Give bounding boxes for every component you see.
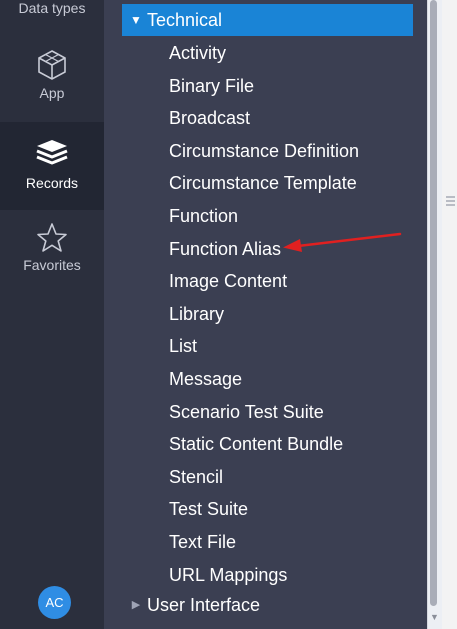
nav-favorites-label: Favorites (23, 257, 81, 273)
scrollbar-thumb[interactable] (430, 0, 437, 606)
tree-item-scenario-test-suite[interactable]: Scenario Test Suite (169, 396, 359, 429)
layers-icon (36, 140, 68, 165)
tree-item-library[interactable]: Library (169, 298, 359, 331)
left-nav-rail: Data types App Records Favorites AC (0, 0, 104, 629)
user-avatar[interactable]: AC (38, 586, 71, 619)
tree-item-static-content-bundle[interactable]: Static Content Bundle (169, 428, 359, 461)
nav-favorites[interactable]: Favorites (0, 214, 104, 286)
tree-item-circumstance-template[interactable]: Circumstance Template (169, 167, 359, 200)
tree-item-text-file[interactable]: Text File (169, 526, 359, 559)
panel-resize-handle-icon[interactable] (446, 196, 455, 206)
tree-category-technical-label: Technical (147, 10, 223, 30)
tree-item-broadcast[interactable]: Broadcast (169, 102, 359, 135)
nav-data-types[interactable]: Data types (0, 0, 104, 24)
annotation-arrow-icon (283, 232, 402, 252)
tree-category-user-interface-label: User Interface (147, 595, 261, 615)
nav-app-label: App (39, 85, 65, 101)
tree-item-stencil[interactable]: Stencil (169, 461, 359, 494)
scroll-down-arrow-icon[interactable]: ▼ (430, 612, 439, 622)
records-explorer-panel: ▼ Technical Activity Binary File Broadca… (104, 0, 427, 629)
caret-down-icon[interactable]: ▼ (128, 4, 144, 36)
tree-item-circumstance-definition[interactable]: Circumstance Definition (169, 135, 359, 168)
tree-category-user-interface[interactable]: ▶ User Interface (122, 589, 413, 621)
tree-item-binary-file[interactable]: Binary File (169, 70, 359, 103)
nav-records[interactable]: Records (0, 122, 104, 210)
tree-item-image-content[interactable]: Image Content (169, 265, 359, 298)
caret-right-icon[interactable]: ▶ (128, 589, 144, 621)
tree-item-list[interactable]: List (169, 330, 359, 363)
tree-item-url-mappings[interactable]: URL Mappings (169, 559, 359, 592)
tree-item-message[interactable]: Message (169, 363, 359, 396)
tree-category-technical[interactable]: ▼ Technical (122, 4, 413, 36)
tree-item-activity[interactable]: Activity (169, 37, 359, 70)
technical-record-list: Activity Binary File Broadcast Circumsta… (169, 37, 359, 591)
tree-item-test-suite[interactable]: Test Suite (169, 493, 359, 526)
nav-app[interactable]: App (0, 40, 104, 112)
nav-data-types-label: Data types (18, 0, 86, 16)
star-icon (37, 223, 67, 252)
nav-records-label: Records (25, 175, 79, 191)
cube-icon (38, 50, 66, 80)
